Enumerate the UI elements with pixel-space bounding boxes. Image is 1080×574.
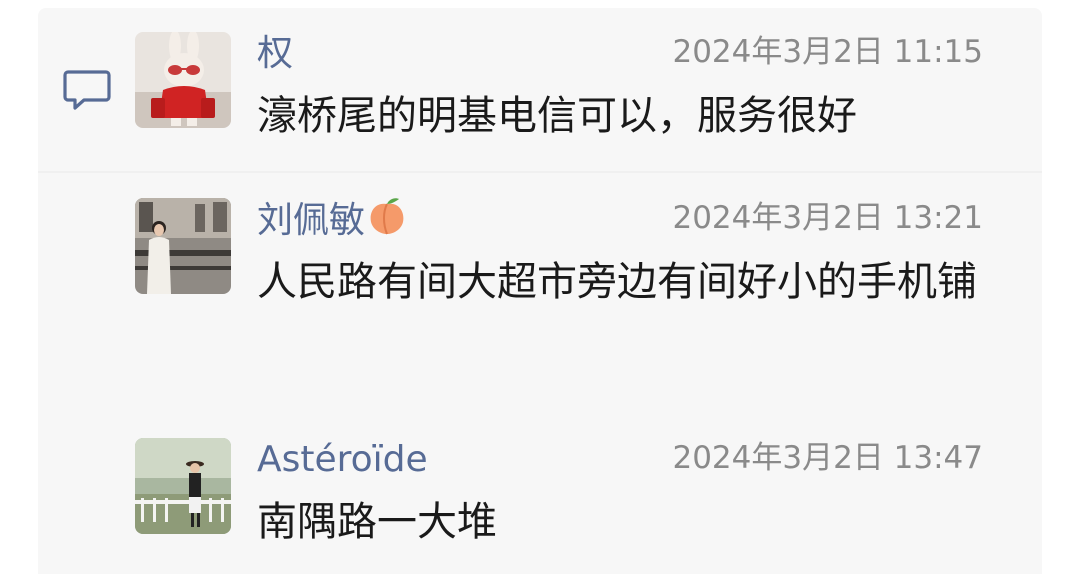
comment-bubble-icon[interactable] [62,68,112,112]
rabbit-figure-avatar [135,32,231,128]
comment-author[interactable]: 权 [257,30,293,78]
outdoor-person-avatar [135,438,231,534]
comment-time: 2024年3月2日 11:15 [672,34,983,70]
comment-text: 南隅路一大堆 [257,499,497,545]
woman-photo-avatar [135,198,231,294]
comment-time: 2024年3月2日 13:47 [672,440,983,476]
comment-text: 人民路有间大超市旁边有间好小的手机铺 [257,259,977,305]
peach-emoji [370,198,404,235]
comment-author[interactable]: Astéroïde [257,436,428,484]
avatar[interactable] [135,438,231,534]
avatar[interactable] [135,198,231,294]
comment-time: 2024年3月2日 13:21 [672,200,983,236]
comment-divider [38,171,1042,173]
author-name[interactable]: 刘佩敏 [257,200,365,241]
avatar[interactable] [135,32,231,128]
comment-text: 濠桥尾的明基电信可以，服务很好 [257,93,857,139]
comment-author[interactable]: 刘佩敏 [257,196,407,245]
